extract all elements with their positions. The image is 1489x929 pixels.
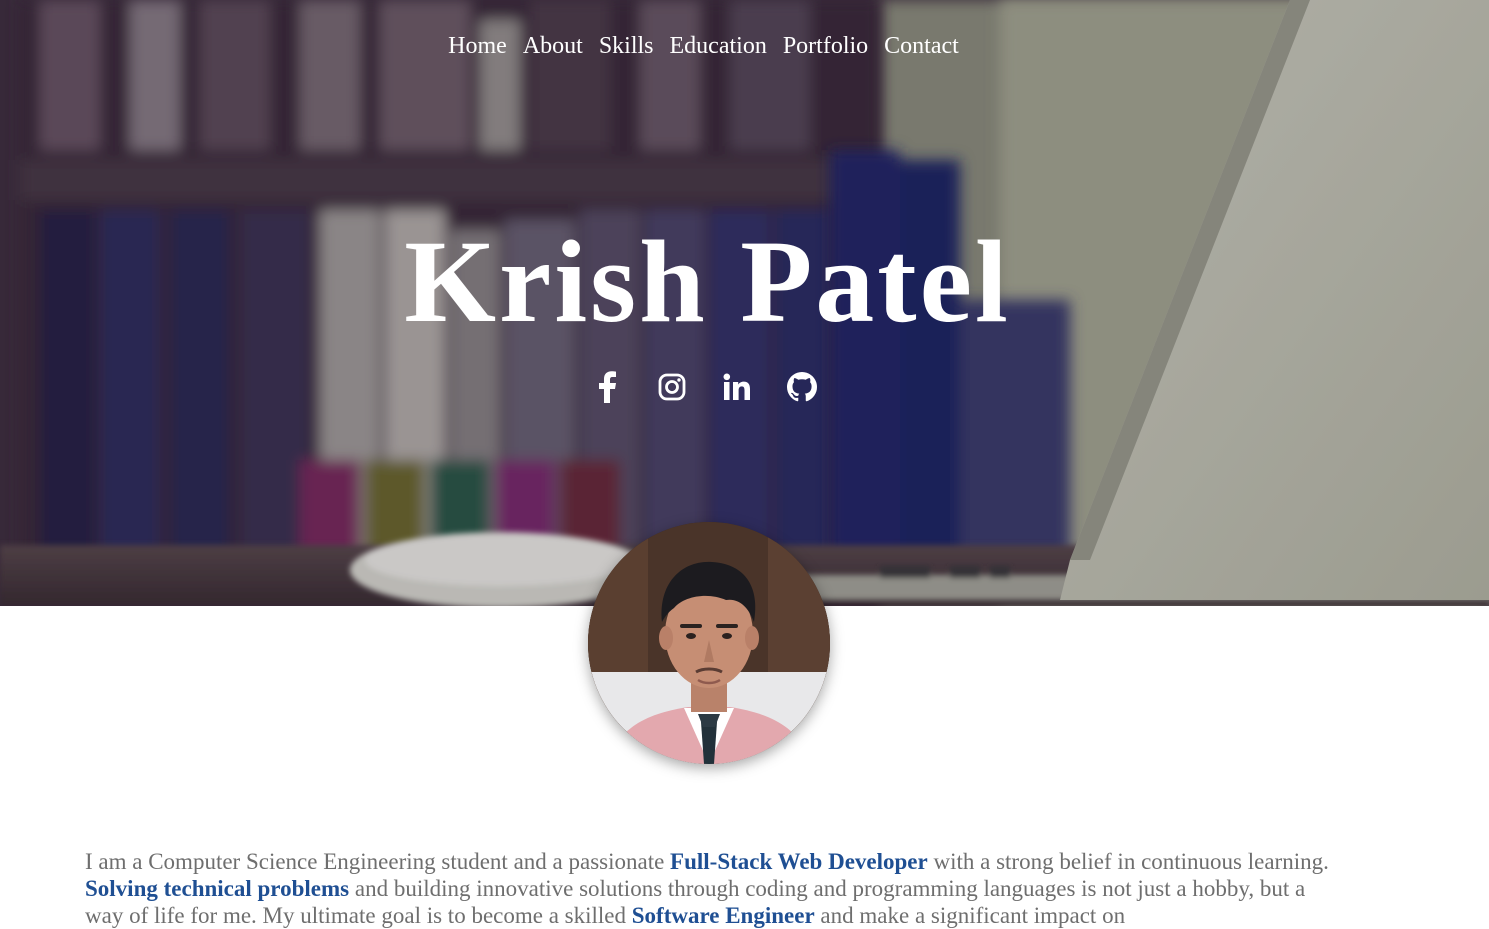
facebook-link[interactable]: [590, 370, 624, 404]
nav-item-about[interactable]: About: [523, 30, 583, 62]
social-links: [0, 370, 1489, 404]
github-icon: [787, 372, 817, 402]
about-text-part: with a strong belief in continuous learn…: [927, 849, 1329, 874]
hero-name: Krish Patel: [404, 216, 1011, 347]
github-link[interactable]: [785, 370, 819, 404]
profile-photo: [588, 522, 830, 764]
facebook-icon: [599, 371, 616, 403]
linkedin-icon: [723, 373, 750, 400]
nav-item-education[interactable]: Education: [670, 30, 767, 62]
nav-item-portfolio[interactable]: Portfolio: [783, 30, 868, 62]
nav-item-skills[interactable]: Skills: [599, 30, 654, 62]
highlight-full-stack: Full-Stack Web Developer: [670, 849, 928, 874]
about-text-part: and make a significant impact on: [814, 903, 1126, 928]
about-text-part: I am a Computer Science Engineering stud…: [85, 849, 671, 874]
linkedin-link[interactable]: [720, 370, 754, 404]
highlight-solving-problems: Solving technical problems: [85, 876, 350, 901]
instagram-icon: [658, 373, 686, 401]
main-nav: Home About Skills Education Portfolio Co…: [0, 30, 1489, 62]
highlight-software-engineer: Software Engineer: [631, 903, 815, 928]
profile-avatar: [588, 522, 830, 764]
nav-item-home[interactable]: Home: [448, 30, 507, 62]
about-text: I am a Computer Science Engineering stud…: [85, 848, 1345, 929]
nav-item-contact[interactable]: Contact: [884, 30, 959, 62]
instagram-link[interactable]: [655, 370, 689, 404]
